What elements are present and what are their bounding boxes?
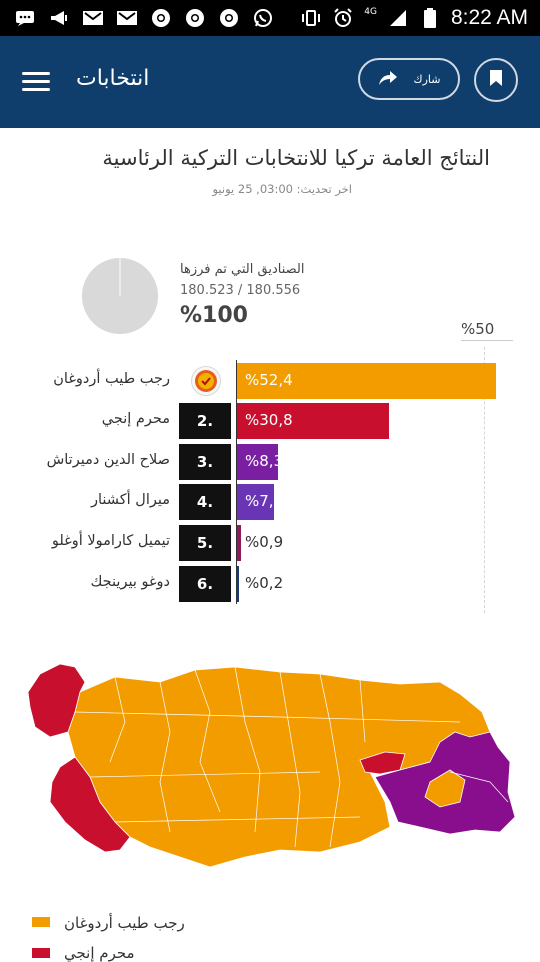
rank-badge: 5. — [179, 525, 231, 561]
chrome-icon — [184, 8, 206, 28]
system-icons: 4G 8:22 AM — [300, 0, 528, 36]
candidate-row[interactable]: رجب طيب أردوغان %52,4 — [0, 363, 540, 399]
app-title: انتخابات — [76, 66, 150, 91]
share-label: شارك — [413, 72, 441, 86]
result-percent: %7,4 — [245, 492, 284, 510]
last-updated: اخر تحديث: 03:00, 25 يونيو — [212, 182, 352, 196]
candidate-name: ميرال أكشنار — [91, 492, 170, 508]
chrome-icon — [150, 8, 172, 28]
result-percent: %30,8 — [245, 411, 293, 429]
status-bar: 4G 8:22 AM — [0, 0, 540, 36]
vibrate-icon — [300, 8, 322, 28]
legend-swatch-erdogan — [32, 917, 50, 927]
notification-icons — [0, 8, 274, 28]
rank-badge: 4. — [179, 484, 231, 520]
battery-icon — [419, 8, 441, 28]
result-bar — [237, 566, 239, 602]
presidential-seal-icon — [191, 366, 221, 396]
menu-icon[interactable] — [22, 72, 50, 92]
clock: 8:22 AM — [450, 6, 528, 29]
counted-label: الصناديق التي تم فرزها — [180, 262, 305, 277]
legend-swatch-ince — [32, 948, 50, 958]
legend-label: رجب طيب أردوغان — [64, 914, 185, 932]
alarm-icon — [332, 8, 354, 28]
candidate-name: صلاح الدين دميرتاش — [46, 452, 170, 468]
chrome-icon — [218, 8, 240, 28]
result-percent: %52,4 — [245, 371, 293, 389]
result-percent: %8,3 — [245, 452, 284, 470]
candidate-row[interactable]: تيميل كارامولا أوغلو 5. %0,9 — [0, 525, 540, 561]
candidate-row[interactable]: صلاح الدين دميرتاش 3. %8,3 — [0, 444, 540, 480]
result-bar — [237, 525, 242, 561]
megaphone-icon — [48, 8, 70, 28]
candidate-row[interactable]: محرم إنجي 2. %30,8 — [0, 403, 540, 439]
bookmark-icon — [489, 69, 503, 91]
legend-label: محرم إنجي — [64, 944, 135, 962]
message-icon — [14, 8, 36, 28]
bookmark-button[interactable] — [474, 58, 518, 102]
result-percent: %0,2 — [245, 574, 284, 592]
majority-threshold-label: %50 — [461, 320, 513, 341]
counted-percent: %100 — [180, 303, 248, 328]
rank-badge: 3. — [179, 444, 231, 480]
candidate-row[interactable]: ميرال أكشنار 4. %7,4 — [0, 484, 540, 520]
gmail-icon — [82, 8, 104, 28]
counted-pie-chart — [82, 258, 158, 334]
candidate-name: رجب طيب أردوغان — [53, 371, 170, 387]
gmail-icon — [116, 8, 138, 28]
counted-ratio: 180.523 / 180.556 — [180, 283, 301, 298]
candidate-row[interactable]: دوغو بيرينجك 6. %0,2 — [0, 566, 540, 602]
whatsapp-icon — [252, 8, 274, 28]
page-title: النتائج العامة تركيا للانتخابات التركية … — [102, 146, 490, 170]
turkey-results-map[interactable] — [20, 652, 528, 882]
bar-baseline — [236, 360, 237, 604]
share-button[interactable]: شارك — [358, 58, 460, 100]
candidate-name: تيميل كارامولا أوغلو — [51, 533, 170, 549]
candidate-name: محرم إنجي — [101, 411, 170, 427]
signal-icon — [387, 8, 409, 28]
network-type: 4G — [364, 7, 377, 17]
result-percent: %0,9 — [245, 533, 284, 551]
app-bar: انتخابات شارك — [0, 36, 540, 128]
rank-badge: 2. — [179, 403, 231, 439]
candidate-name: دوغو بيرينجك — [90, 574, 170, 590]
share-icon — [378, 70, 398, 89]
rank-badge: 6. — [179, 566, 231, 602]
